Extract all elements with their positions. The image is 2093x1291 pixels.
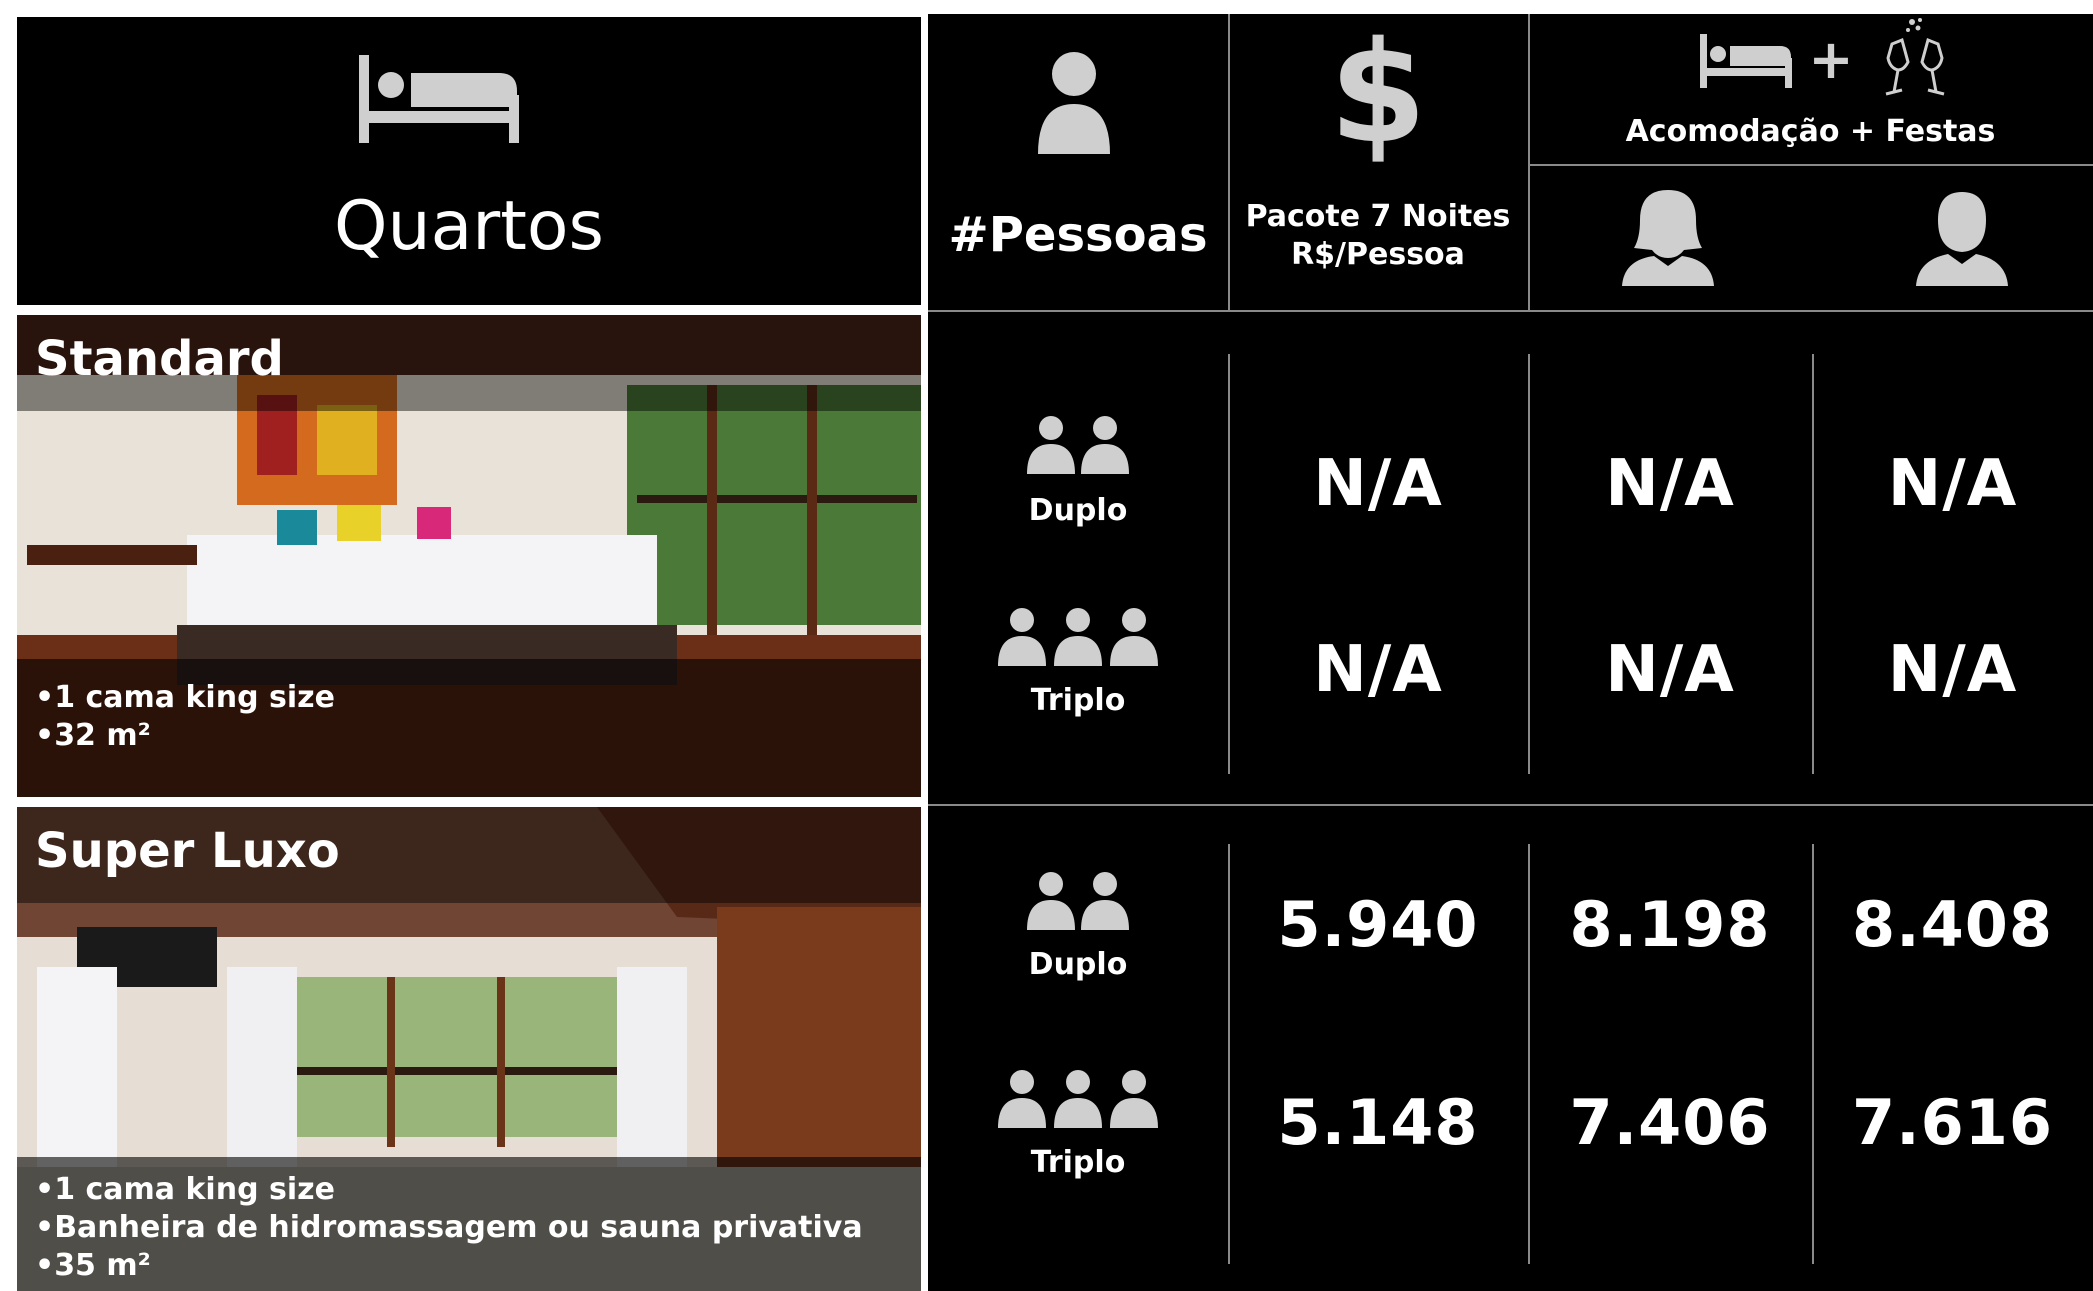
bed-icon (1700, 34, 1792, 88)
bed-icon (359, 55, 519, 143)
room-feature: 35 m² (35, 1247, 903, 1285)
room-features: 1 cama king size Banheira de hidromassag… (17, 1157, 921, 1291)
female-price: N/A (1605, 633, 1735, 707)
package-price: N/A (1313, 633, 1443, 707)
package-price: 5.940 (1277, 887, 1479, 961)
occupancy-label: Duplo (1028, 946, 1128, 982)
champagne-glasses-icon (1885, 18, 1945, 96)
female-price: N/A (1605, 447, 1735, 521)
package-header-line2: R$/Pessoa (1291, 237, 1465, 272)
room-feature: 32 m² (35, 717, 903, 755)
female-price: 8.198 (1569, 887, 1771, 961)
package-header-line1: Pacote 7 Noites (1245, 199, 1511, 234)
occupancy-label: Triplo (1030, 1144, 1126, 1180)
male-price: N/A (1887, 447, 2018, 521)
male-user-icon (1916, 192, 2008, 286)
rooms-title: Quartos (334, 187, 604, 266)
person-icon (1038, 52, 1110, 154)
room-card-standard: Standard 1 cama king size 32 m² (14, 312, 924, 800)
room-name: Super Luxo (17, 807, 921, 903)
people-group-icon (998, 608, 1158, 666)
people-group-icon (998, 1070, 1158, 1128)
room-name: Standard (17, 315, 921, 411)
people-group-icon (1027, 872, 1129, 930)
rooms-header: Quartos (14, 14, 924, 308)
room-feature: Banheira de hidromassagem ou sauna priva… (35, 1209, 903, 1247)
combo-header: Acomodação + Festas (1625, 114, 1996, 149)
occupancy-label: Triplo (1030, 682, 1126, 718)
pricing-panel: #Pessoas $ Pacote 7 Noites R$/Pessoa + A… (928, 14, 2093, 1291)
room-features: 1 cama king size 32 m² (17, 659, 921, 797)
package-header: Pacote 7 Noites R$/Pessoa (1228, 194, 1528, 278)
dollar-icon: $ (1329, 12, 1427, 175)
plus-icon: + (1808, 27, 1854, 91)
package-price: 5.148 (1277, 1085, 1479, 1159)
male-price: 7.616 (1851, 1085, 2054, 1159)
female-user-icon (1622, 190, 1714, 286)
male-price: 8.408 (1851, 887, 2054, 961)
people-group-icon (1027, 416, 1129, 474)
room-feature: 1 cama king size (35, 1171, 903, 1209)
male-price: N/A (1887, 633, 2018, 707)
room-card-super-luxo: Super Luxo 1 cama king size Banheira de … (14, 804, 924, 1291)
people-header: #Pessoas (948, 207, 1208, 263)
package-price: N/A (1313, 447, 1443, 521)
room-feature: 1 cama king size (35, 679, 903, 717)
occupancy-label: Duplo (1028, 492, 1128, 528)
female-price: 7.406 (1569, 1085, 1771, 1159)
